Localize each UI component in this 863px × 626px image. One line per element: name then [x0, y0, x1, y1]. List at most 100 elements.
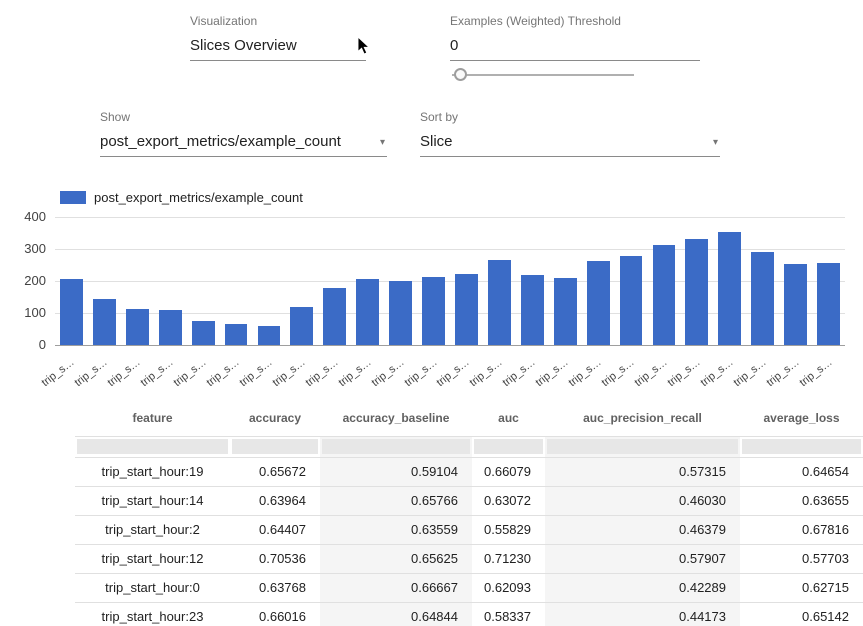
- show-value: post_export_metrics/example_count: [100, 133, 341, 150]
- metric-cell: 0.63768: [230, 574, 320, 602]
- filter-cell: [545, 437, 740, 457]
- metric-cell: 0.57907: [545, 545, 740, 573]
- feature-cell: trip_start_hour:14: [75, 487, 230, 515]
- bar[interactable]: [126, 309, 149, 345]
- column-header-feature[interactable]: feature: [75, 400, 230, 436]
- threshold-control: Examples (Weighted) Threshold 0: [450, 14, 700, 61]
- bar[interactable]: [488, 260, 511, 345]
- filter-input[interactable]: [742, 439, 861, 454]
- table-row: trip_start_hour:140.639640.657660.630720…: [75, 486, 863, 515]
- metric-cell: 0.66016: [230, 603, 320, 626]
- bar[interactable]: [620, 256, 643, 345]
- metric-cell: 0.57315: [545, 458, 740, 486]
- bar[interactable]: [685, 239, 708, 345]
- bar[interactable]: [60, 279, 83, 345]
- visualization-dropdown[interactable]: Slices Overview ▾: [190, 32, 366, 61]
- filter-input[interactable]: [474, 439, 543, 454]
- slicing-metrics-view: Visualization Slices Overview ▾ Examples…: [0, 0, 863, 626]
- table-header-row: featureaccuracyaccuracy_baselineaucauc_p…: [75, 400, 863, 437]
- bar[interactable]: [521, 275, 544, 345]
- metric-cell: 0.63655: [740, 487, 863, 515]
- threshold-slider[interactable]: [452, 68, 634, 82]
- bar[interactable]: [455, 274, 478, 345]
- metric-cell: 0.62093: [472, 574, 545, 602]
- bar[interactable]: [356, 279, 379, 345]
- bar[interactable]: [422, 277, 445, 345]
- slider-handle[interactable]: [454, 68, 467, 81]
- sort-by-value: Slice: [420, 133, 453, 150]
- column-header-accuracy_baseline[interactable]: accuracy_baseline: [320, 400, 472, 436]
- sort-by-dropdown[interactable]: Slice ▾: [420, 128, 720, 157]
- metric-cell: 0.44173: [545, 603, 740, 626]
- filter-cell: [230, 437, 320, 457]
- metric-cell: 0.65142: [740, 603, 863, 626]
- table-body: trip_start_hour:190.656720.591040.660790…: [75, 457, 863, 626]
- metric-cell: 0.65672: [230, 458, 320, 486]
- metric-cell: 0.64654: [740, 458, 863, 486]
- slider-track[interactable]: [452, 74, 634, 76]
- column-header-auc[interactable]: auc: [472, 400, 545, 436]
- table-filter-row: [75, 437, 863, 457]
- filter-input[interactable]: [232, 439, 318, 454]
- metric-cell: 0.65766: [320, 487, 472, 515]
- metric-cell: 0.65625: [320, 545, 472, 573]
- bar[interactable]: [554, 278, 577, 345]
- bar[interactable]: [817, 263, 840, 345]
- feature-cell: trip_start_hour:12: [75, 545, 230, 573]
- table-row: trip_start_hour:190.656720.591040.660790…: [75, 457, 863, 486]
- bar[interactable]: [225, 324, 248, 345]
- bar[interactable]: [784, 264, 807, 345]
- sort-by-label: Sort by: [420, 110, 720, 124]
- metric-cell: 0.67816: [740, 516, 863, 544]
- dropdown-arrow-icon: ▾: [713, 137, 718, 148]
- bar[interactable]: [653, 245, 676, 345]
- threshold-input[interactable]: 0: [450, 32, 700, 61]
- bar[interactable]: [290, 307, 313, 345]
- show-dropdown[interactable]: post_export_metrics/example_count ▾: [100, 128, 387, 157]
- metric-cell: 0.58337: [472, 603, 545, 626]
- show-label: Show: [100, 110, 387, 124]
- visualization-label: Visualization: [190, 14, 366, 28]
- y-tick-label: 0: [0, 337, 46, 352]
- feature-cell: trip_start_hour:23: [75, 603, 230, 626]
- feature-cell: trip_start_hour:0: [75, 574, 230, 602]
- y-tick-label: 400: [0, 209, 46, 224]
- filter-input[interactable]: [322, 439, 470, 454]
- filter-input[interactable]: [547, 439, 738, 454]
- bar[interactable]: [323, 288, 346, 345]
- bar[interactable]: [159, 310, 182, 345]
- example-count-chart: post_export_metrics/example_count 400300…: [0, 188, 863, 400]
- bar[interactable]: [751, 252, 774, 345]
- table-row: trip_start_hour:20.644070.635590.558290.…: [75, 515, 863, 544]
- filter-cell: [320, 437, 472, 457]
- bar[interactable]: [192, 321, 215, 345]
- bar[interactable]: [718, 232, 741, 345]
- metric-cell: 0.66667: [320, 574, 472, 602]
- mouse-cursor-icon: [357, 36, 372, 60]
- y-tick-label: 200: [0, 273, 46, 288]
- bar[interactable]: [587, 261, 610, 345]
- show-control: Show post_export_metrics/example_count ▾: [100, 110, 387, 157]
- metric-cell: 0.42289: [545, 574, 740, 602]
- bar[interactable]: [93, 299, 116, 345]
- gridline: [55, 217, 845, 218]
- chart-legend: post_export_metrics/example_count: [60, 190, 303, 205]
- feature-cell: trip_start_hour:2: [75, 516, 230, 544]
- metric-cell: 0.71230: [472, 545, 545, 573]
- column-header-average_loss[interactable]: average_loss: [740, 400, 863, 436]
- metric-cell: 0.63559: [320, 516, 472, 544]
- metric-cell: 0.62715: [740, 574, 863, 602]
- metrics-table: featureaccuracyaccuracy_baselineaucauc_p…: [75, 400, 863, 626]
- feature-cell: trip_start_hour:19: [75, 458, 230, 486]
- legend-swatch: [60, 191, 86, 204]
- column-header-auc_precision_recall[interactable]: auc_precision_recall: [545, 400, 740, 436]
- bar[interactable]: [389, 281, 412, 345]
- filter-input[interactable]: [77, 439, 228, 454]
- metric-cell: 0.46030: [545, 487, 740, 515]
- legend-label: post_export_metrics/example_count: [94, 190, 303, 205]
- bar[interactable]: [258, 326, 281, 345]
- metric-cell: 0.59104: [320, 458, 472, 486]
- metric-cell: 0.63964: [230, 487, 320, 515]
- column-header-accuracy[interactable]: accuracy: [230, 400, 320, 436]
- chart-plot: trip_s…trip_s…trip_s…trip_s…trip_s…trip_…: [55, 217, 845, 345]
